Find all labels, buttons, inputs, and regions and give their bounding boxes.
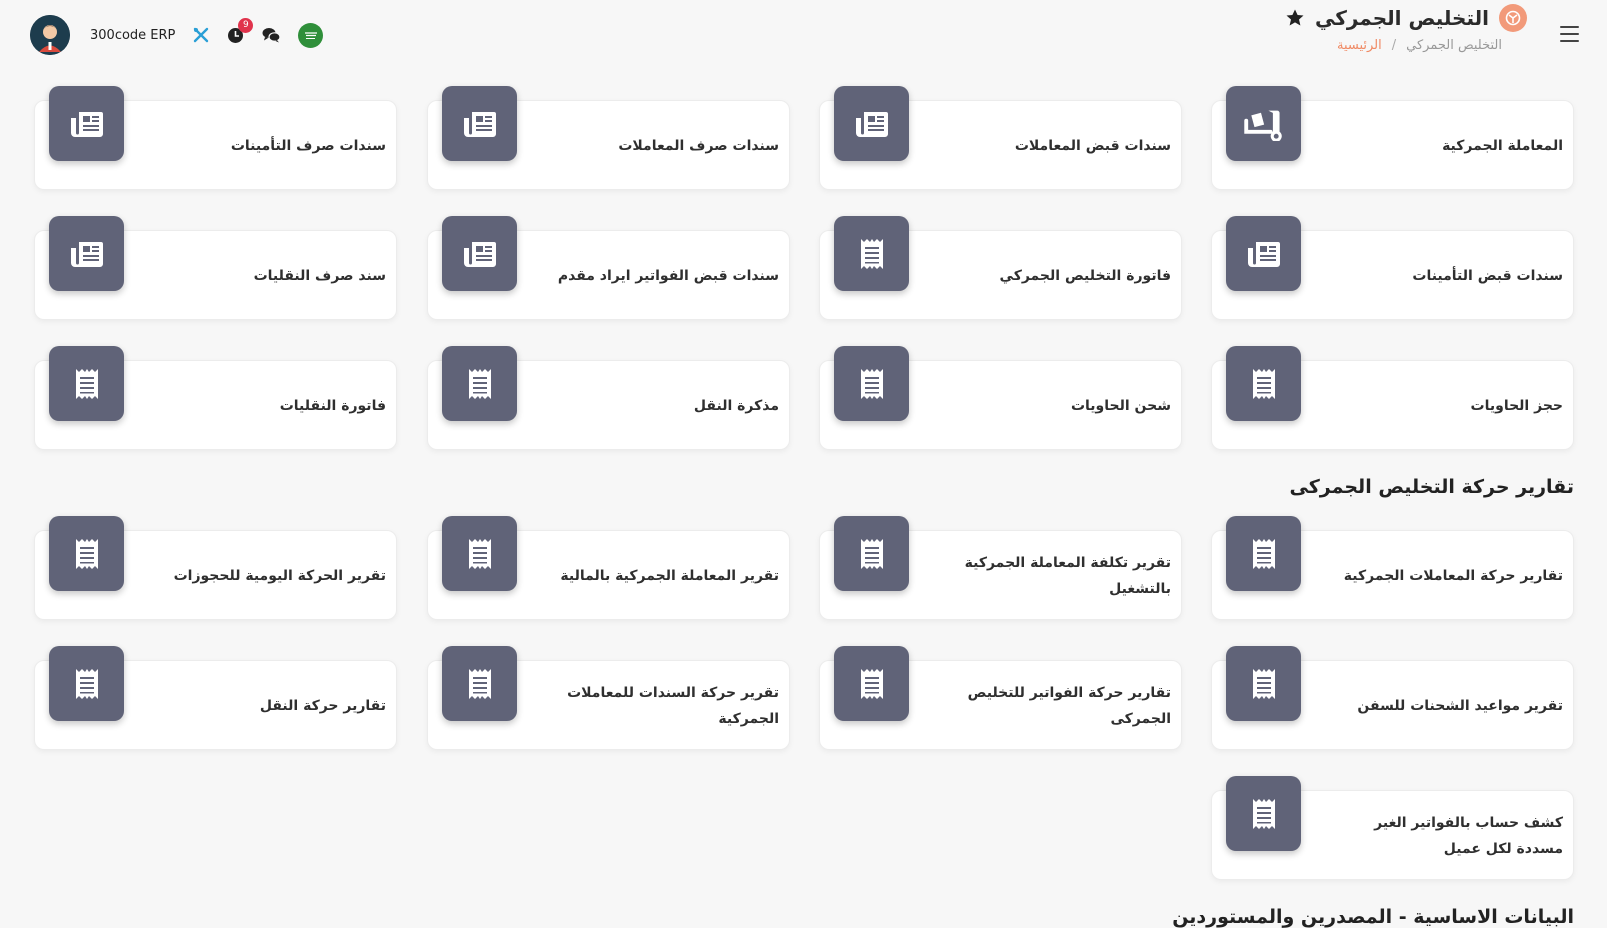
card-label: تقارير حركة المعاملات الجمركية: [1343, 568, 1563, 584]
page-title: التخليص الجمركي: [1314, 6, 1489, 30]
card-label: سندات صرف التأمينات: [230, 138, 386, 154]
card-report-invoices[interactable]: تقارير حركة الفواتير للتخليص الجمركى: [819, 646, 1182, 750]
app-name: 300code ERP: [90, 27, 176, 43]
receipt-icon: [834, 516, 909, 591]
section-title-reports: تقارير حركة التخليص الجمركى: [1289, 476, 1574, 498]
tools-icon[interactable]: [193, 27, 209, 43]
receipt-icon: [49, 646, 124, 721]
user-toolbar: 300code ERP 9: [30, 15, 324, 55]
card-report-operation-cost[interactable]: تقرير تكلفة المعاملة الجمركية بالتشغيل: [819, 516, 1182, 620]
card-report-daily-bookings[interactable]: تقرير الحركة اليومية للحجوزات: [34, 516, 397, 620]
receipt-icon: [442, 646, 517, 721]
card-label: سندات قبض المعاملات: [1014, 138, 1171, 154]
breadcrumb-separator: /: [1391, 38, 1397, 53]
card-label: شحن الحاويات: [1070, 398, 1171, 414]
page-header: التخليص الجمركي: [1285, 4, 1527, 32]
card-label: مذكرة النقل: [693, 398, 779, 414]
receipt-icon: [834, 216, 909, 291]
card-customs-invoice[interactable]: فاتورة التخليص الجمركي: [819, 216, 1182, 320]
receipt-icon: [442, 516, 517, 591]
language-flag-icon[interactable]: [298, 22, 324, 48]
card-label: سندات قبض الفواتير ايراد مقدم: [557, 268, 779, 284]
card-transactions-receipts[interactable]: سندات قبض المعاملات: [819, 86, 1182, 190]
card-report-unpaid-invoices[interactable]: كشف حساب بالفواتير الغير مسددة لكل عميل: [1211, 776, 1574, 880]
card-label: تقارير حركة النقل: [259, 698, 386, 714]
card-label: فاتورة النقليات: [279, 398, 386, 414]
card-advance-revenue-receipts[interactable]: سندات قبض الفواتير ايراد مقدم: [427, 216, 790, 320]
card-customs-transaction[interactable]: المعاملة الجمركية: [1211, 86, 1574, 190]
newspaper-icon: [834, 86, 909, 161]
card-label: تقرير الحركة اليومية للحجوزات: [173, 568, 386, 584]
user-avatar[interactable]: [30, 15, 70, 55]
card-transport-note[interactable]: مذكرة النقل: [427, 346, 790, 450]
receipt-icon: [1226, 646, 1301, 721]
breadcrumb: الرئيسية / التخليص الجمركي: [1337, 38, 1502, 53]
card-report-transactions[interactable]: تقارير حركة المعاملات الجمركية: [1211, 516, 1574, 620]
top-bar: التخليص الجمركي الرئيسية / التخليص الجمر…: [0, 0, 1607, 72]
newspaper-icon: [49, 216, 124, 291]
card-label: فاتورة التخليص الجمركي: [999, 268, 1171, 284]
card-label: تقارير حركة الفواتير للتخليص الجمركى: [967, 685, 1171, 727]
dolly-icon: [1226, 86, 1301, 161]
card-insurance-payments[interactable]: سندات صرف التأمينات: [34, 86, 397, 190]
newspaper-icon: [49, 86, 124, 161]
chat-icon[interactable]: [262, 27, 281, 43]
card-container-booking[interactable]: حجز الحاويات: [1211, 346, 1574, 450]
card-label: تقرير تكلفة المعاملة الجمركية بالتشغيل: [964, 555, 1171, 597]
card-label: كشف حساب بالفواتير الغير مسددة لكل عميل: [1374, 815, 1563, 857]
receipt-icon: [1226, 776, 1301, 851]
receipt-icon: [1226, 346, 1301, 421]
card-report-vouchers[interactable]: تقرير حركة السندات للمعاملات الجمركية: [427, 646, 790, 750]
customs-module-icon: [1499, 4, 1527, 32]
card-transport-invoice[interactable]: فاتورة النقليات: [34, 346, 397, 450]
receipt-icon: [834, 346, 909, 421]
card-label: تقرير حركة السندات للمعاملات الجمركية: [567, 685, 779, 727]
card-container-shipping[interactable]: شحن الحاويات: [819, 346, 1182, 450]
card-label: المعاملة الجمركية: [1442, 138, 1563, 154]
section-title-master-data: البيانات الاساسية - المصدرين والمستوردين: [1172, 906, 1574, 928]
card-label: سندات قبض التأمينات: [1412, 268, 1563, 284]
menu-toggle-icon[interactable]: [1560, 26, 1579, 42]
card-insurance-receipts[interactable]: سندات قبض التأمينات: [1211, 216, 1574, 320]
card-label: تقرير مواعيد الشحنات للسفن: [1357, 698, 1563, 714]
newspaper-icon: [442, 216, 517, 291]
breadcrumb-current: التخليص الجمركي: [1406, 38, 1502, 53]
card-label: سندات صرف المعاملات: [618, 138, 779, 154]
receipt-icon: [49, 346, 124, 421]
favorite-star-icon[interactable]: [1285, 8, 1305, 28]
card-transactions-payments[interactable]: سندات صرف المعاملات: [427, 86, 790, 190]
breadcrumb-home-link[interactable]: الرئيسية: [1337, 38, 1382, 53]
card-transport-payment[interactable]: سند صرف النقليات: [34, 216, 397, 320]
card-report-ship-schedules[interactable]: تقرير مواعيد الشحنات للسفن: [1211, 646, 1574, 750]
card-label: تقرير المعاملة الجمركية بالمالية: [560, 568, 779, 584]
receipt-icon: [834, 646, 909, 721]
history-clock-icon[interactable]: 9: [227, 17, 254, 44]
card-report-transport[interactable]: تقارير حركة النقل: [34, 646, 397, 750]
card-report-financial[interactable]: تقرير المعاملة الجمركية بالمالية: [427, 516, 790, 620]
receipt-icon: [49, 516, 124, 591]
newspaper-icon: [442, 86, 517, 161]
receipt-icon: [1226, 516, 1301, 591]
newspaper-icon: [1226, 216, 1301, 291]
receipt-icon: [442, 346, 517, 421]
card-label: سند صرف النقليات: [253, 268, 386, 284]
card-label: حجز الحاويات: [1470, 398, 1563, 414]
notification-badge: 9: [238, 17, 254, 33]
